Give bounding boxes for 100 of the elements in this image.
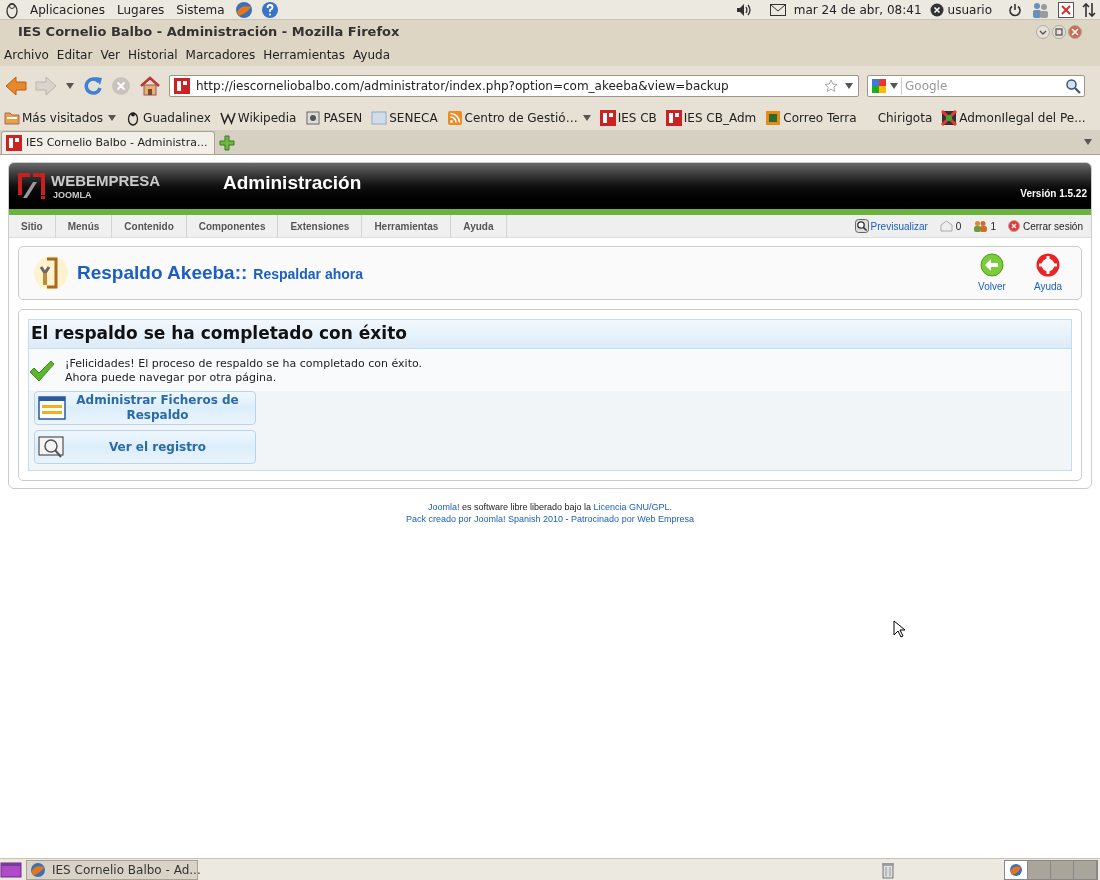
menu-item[interactable]: Ayuda [352,46,391,64]
caret-icon [582,115,591,121]
search-field[interactable]: Google [901,77,1062,95]
site-logo-icon [599,110,616,126]
preview-link[interactable]: Previsualizar [870,218,928,234]
people-icon[interactable] [1030,0,1050,19]
bookmark-item[interactable]: Guadalinex [125,109,211,127]
menu-item[interactable]: Editar [56,46,93,64]
caret-icon[interactable] [844,82,854,90]
magnifier-icon [854,219,869,233]
bookmark-item[interactable]: IES CB_Adm [665,109,757,127]
star-icon[interactable] [824,79,838,93]
site-logo-icon [6,135,22,151]
globe-icon[interactable] [234,0,253,19]
window-list-icon [38,396,66,420]
volume-icon[interactable] [735,2,754,17]
footer-link[interactable]: Licencia GNU/GPL. [593,502,673,512]
search-icon[interactable] [1065,78,1081,94]
manage-files-button[interactable]: Administrar Ficheros de Respaldo [34,391,256,425]
logout-icon [1007,220,1020,232]
google-icon[interactable] [871,78,887,94]
feed-icon [446,110,463,126]
footer-link[interactable]: Joomla! [427,502,460,512]
back-button[interactable]: Volver [973,252,1011,294]
bookmark-item[interactable]: PASEN [305,109,363,127]
url-field[interactable]: http://iescorneliobalbo.com/administrator/index.php?option=com_akeeba&view=backup [169,75,859,97]
caret-icon[interactable] [890,83,898,89]
page-icon [371,110,388,126]
view-log-button[interactable]: Ver el registro [34,430,256,464]
window-title: IES Cornelio Balbo - Administración - Mozilla Firefox [18,23,400,42]
panel-menu[interactable]: Lugares [114,0,167,19]
menu-item[interactable]: Marcadores [185,46,256,64]
bookmark-item[interactable]: IES CB [599,109,657,127]
menu-item[interactable]: Herramientas [263,46,345,64]
menu-item[interactable]: Ver [100,46,120,64]
plus-icon[interactable] [219,135,235,151]
caret-icon[interactable] [65,82,75,90]
bookmark-item[interactable]: Más visitados [4,109,117,127]
bookmark-item[interactable]: Wikipedia [219,109,297,127]
globe-icon [30,861,46,878]
success-message: Ahora puede navegar por otra página. [65,371,278,385]
brand-subtitle: JOOMLA [53,190,93,200]
search-box[interactable]: Google [867,75,1085,97]
back-arrow-icon[interactable] [5,76,27,96]
maximize-icon[interactable] [1052,25,1066,39]
page-subtitle: Respaldar ahora [253,264,364,284]
minimize-icon[interactable] [1036,25,1050,39]
site-logo-icon [174,78,190,94]
footer-text: Pack creado por Joomla! Spanish 2010 - Patrocinado por Web Empresa [406,513,694,525]
help-icon[interactable] [260,0,279,19]
panel-heading: El respaldo se ha completado con éxito [31,322,407,346]
admin-title: Administración [223,170,362,195]
logout-link[interactable]: Cerrar sesión [1007,218,1083,234]
browser-tab[interactable]: IES Cornelio Balbo - Administra... [1,131,215,154]
user-name[interactable]: usuario [947,0,992,19]
globe-icon [1009,862,1023,877]
reload-icon[interactable] [83,76,103,96]
close-icon[interactable] [1058,1,1074,18]
users-icon [973,220,988,232]
network-icon[interactable] [1082,1,1096,18]
page-icon [305,110,322,126]
desktop-icon[interactable] [0,860,22,879]
power-icon[interactable] [1008,2,1022,17]
menu-item[interactable]: Historial [128,46,178,64]
brand-name: WEBEMPRESA [51,172,161,188]
help-button[interactable]: Ayuda [1029,252,1067,294]
panel-menu[interactable]: Sistema [174,0,227,19]
caret-icon [108,115,117,121]
clock-text[interactable]: mar 24 de abr, 08:41 [793,0,922,19]
close-icon[interactable] [929,2,944,17]
mouse-pointer-icon [893,620,905,638]
footer-link[interactable]: Pack creado por Joomla! Spanish 2010 [406,514,564,524]
task-button[interactable]: IES Cornelio Balbo - Ad... [26,859,198,880]
bookmark-item[interactable]: Correo Terra [765,109,857,127]
panel-menu[interactable]: Aplicaciones [28,0,107,19]
bookmark-item[interactable]: AdmonIlegal del Pe... [941,109,1086,127]
success-message: ¡Felicidades! El proceso de respaldo se ha completado con éxito. [65,357,422,371]
checkmark-icon [29,360,55,382]
bookmark-item[interactable]: SENECA [371,109,438,127]
home-icon[interactable] [139,76,161,96]
mail-icon[interactable] [769,3,786,16]
caret-icon[interactable] [1083,138,1093,146]
page-title: Respaldo Akeeba:: [77,260,248,285]
magnifier-icon [38,435,66,459]
user-count: 1 [990,219,996,234]
folder-icon [4,110,20,126]
bookmark-item[interactable]: Centro de Gestió… [446,109,591,127]
wikipedia-w-icon [219,110,236,126]
mail-icon [765,110,782,126]
site-logo-icon [665,110,682,126]
url-text: http://iescorneliobalbo.com/administrator/index.php?option=com_akeeba&view=backup [196,78,730,95]
menu-item[interactable]: Archivo [4,46,49,64]
bookmark-item[interactable]: Chirigota [877,109,933,127]
grid-icon [941,110,958,126]
workspace-switcher[interactable] [1004,859,1098,880]
version-text: Versión 1.5.22 [1020,187,1087,201]
joomla-logo-icon [17,172,47,200]
message-count: 0 [955,219,962,234]
footer-text: Joomla! es software libre liberado bajo la Licencia GNU/GPL. [427,501,673,513]
footer-link[interactable]: Patrocinado por Web Empresa [571,514,694,524]
